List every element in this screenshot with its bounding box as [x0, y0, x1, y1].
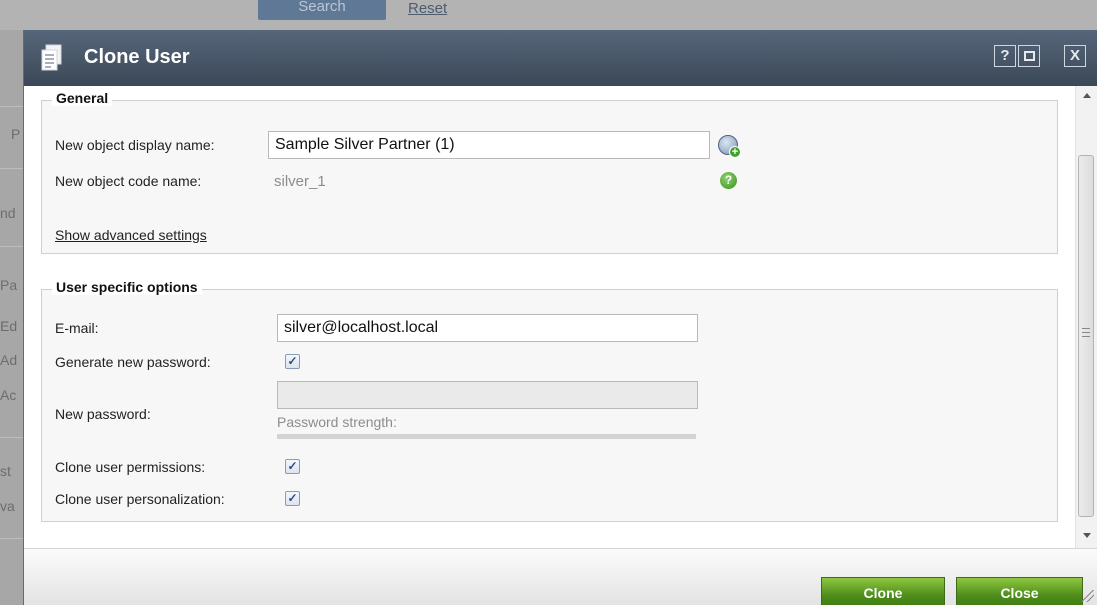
dialog-title: Clone User: [84, 46, 190, 68]
background-divider: [0, 246, 24, 247]
resize-grip-icon[interactable]: [1082, 590, 1094, 602]
new-password-input[interactable]: [277, 381, 698, 409]
general-section: General New object display name: + New o…: [41, 90, 1058, 254]
close-button[interactable]: Close: [956, 577, 1083, 605]
user-options-section: User specific options E-mail: Generate n…: [41, 279, 1058, 522]
background-divider: [0, 106, 24, 107]
clone-personalization-checkbox[interactable]: ✓: [285, 491, 300, 506]
background-divider: [0, 538, 24, 539]
maximize-button[interactable]: [1018, 45, 1040, 67]
user-options-section-title: User specific options: [52, 279, 202, 295]
new-password-label: New password:: [55, 406, 151, 422]
vertical-scrollbar[interactable]: [1075, 86, 1097, 548]
clone-user-dialog: Clone User ? X General New object displa…: [23, 30, 1097, 605]
help-button[interactable]: ?: [994, 45, 1016, 67]
code-name-label: New object code name:: [55, 173, 202, 189]
clone-permissions-label: Clone user permissions:: [55, 459, 206, 475]
background-text-fragment: va: [0, 498, 15, 514]
background-text-fragment: Pa: [0, 277, 18, 293]
display-name-label: New object display name:: [55, 137, 215, 153]
dialog-titlebar[interactable]: Clone User ? X: [24, 30, 1097, 86]
background-divider: [0, 437, 24, 438]
email-input[interactable]: [277, 314, 698, 342]
clone-button[interactable]: Clone: [821, 577, 945, 605]
generate-password-checkbox[interactable]: ✓: [285, 354, 300, 369]
background-text-fragment: Ad: [0, 352, 18, 368]
scroll-up-arrow-icon[interactable]: [1083, 93, 1091, 98]
clone-personalization-label: Clone user personalization:: [55, 491, 225, 507]
code-name-value: silver_1: [274, 173, 326, 190]
background-search-button: Search: [258, 0, 386, 20]
show-advanced-settings-link[interactable]: Show advanced settings: [55, 227, 207, 243]
clone-permissions-checkbox[interactable]: ✓: [285, 459, 300, 474]
close-dialog-button[interactable]: X: [1064, 45, 1086, 67]
scroll-down-arrow-icon[interactable]: [1083, 533, 1091, 538]
scrollbar-thumb[interactable]: [1078, 155, 1094, 517]
document-icon: [41, 44, 62, 71]
background-reset-link: Reset: [408, 0, 448, 17]
dialog-footer: Clone Close: [24, 548, 1097, 605]
background-text-fragment: st: [0, 463, 11, 479]
background-text-fragment: nd: [0, 205, 16, 221]
maximize-icon: [1023, 51, 1035, 61]
generate-password-label: Generate new password:: [55, 354, 211, 370]
background-text-fragment: Ed: [0, 318, 18, 334]
password-strength-bar: [277, 434, 696, 439]
background-toolbar: [0, 0, 1097, 30]
general-section-title: General: [52, 90, 113, 106]
email-label: E-mail:: [55, 320, 99, 336]
background-divider: [0, 168, 24, 169]
background-text-fragment: P: [11, 126, 21, 142]
grip-icon: [1082, 328, 1090, 337]
display-name-input[interactable]: [268, 131, 710, 159]
localize-globe-icon[interactable]: +: [718, 135, 741, 158]
background-text-fragment: Ac: [0, 387, 17, 403]
help-icon[interactable]: ?: [720, 172, 737, 189]
password-strength-label: Password strength:: [277, 414, 397, 430]
